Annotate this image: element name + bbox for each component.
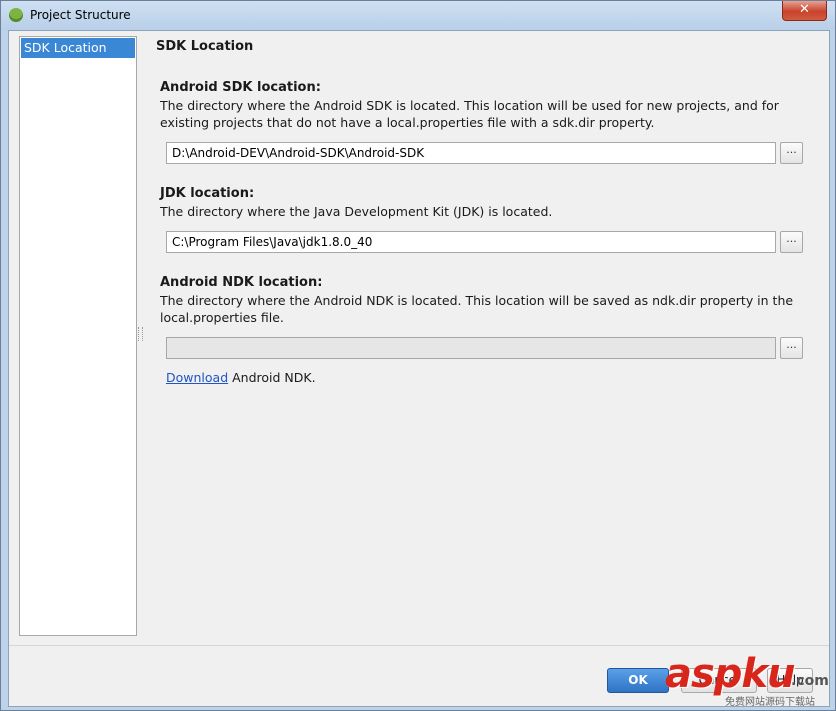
sidebar-item-sdk-location[interactable]: SDK Location	[21, 38, 135, 58]
android-sdk-browse-button[interactable]: ...	[780, 142, 803, 164]
watermark-main-text: aspku	[665, 651, 796, 697]
jdk-browse-button[interactable]: ...	[780, 231, 803, 253]
footer-divider	[9, 645, 829, 646]
splitter-handle[interactable]	[138, 327, 143, 341]
jdk-description: The directory where the Java Development…	[160, 204, 553, 219]
android-sdk-description: The directory where the Android SDK is l…	[160, 98, 779, 130]
dialog-content: SDK Location SDK Location Android SDK lo…	[8, 30, 830, 707]
sidebar: SDK Location	[19, 36, 137, 636]
android-ndk-browse-button[interactable]: ...	[780, 337, 803, 359]
android-sdk-heading: Android SDK location:	[160, 80, 321, 95]
watermark-logo: aspku .com 免费网站源码下载站	[665, 651, 835, 709]
android-sdk-path-field[interactable]: D:\Android-DEV\Android-SDK\Android-SDK	[166, 142, 776, 164]
watermark-suffix: .com	[791, 673, 829, 689]
download-ndk-line: Download Android NDK.	[166, 370, 316, 385]
android-ndk-description: The directory where the Android NDK is l…	[160, 293, 794, 325]
watermark-subtitle: 免费网站源码下载站	[725, 697, 815, 708]
download-ndk-link[interactable]: Download	[166, 370, 228, 385]
download-ndk-text: Android NDK.	[228, 370, 316, 385]
title-bar[interactable]: Project Structure ✕	[1, 1, 835, 30]
project-structure-window: Project Structure ✕ SDK Location SDK Loc…	[0, 0, 836, 711]
android-ndk-path-field[interactable]	[166, 337, 776, 359]
close-button[interactable]: ✕	[782, 1, 827, 21]
jdk-heading: JDK location:	[160, 186, 255, 201]
ok-button[interactable]: OK	[607, 668, 669, 693]
window-title: Project Structure	[30, 8, 131, 22]
android-studio-icon	[9, 8, 23, 22]
panel-title: SDK Location	[156, 39, 254, 54]
jdk-path-field[interactable]: C:\Program Files\Java\jdk1.8.0_40	[166, 231, 776, 253]
android-ndk-heading: Android NDK location:	[160, 275, 323, 290]
